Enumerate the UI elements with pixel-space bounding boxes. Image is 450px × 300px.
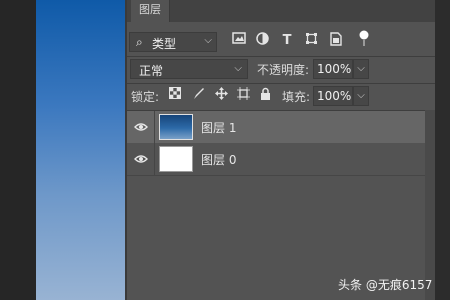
opacity-label: 不透明度: [257, 63, 310, 77]
lock-transparent-pixels-icon[interactable] [167, 87, 183, 103]
layer-row[interactable]: 图层 1 [127, 111, 425, 143]
tab-layers[interactable]: 图层 [131, 0, 170, 22]
blend-mode-label: 正常 [139, 64, 164, 78]
divider [154, 111, 155, 143]
opacity-dropdown-button[interactable]: ⌵ [353, 59, 369, 79]
lock-all-icon[interactable] [257, 87, 273, 103]
document-canvas[interactable] [36, 0, 125, 300]
separator [127, 83, 435, 84]
lock-position-icon[interactable] [213, 87, 229, 103]
blend-mode-select[interactable]: 正常 ⌵ [130, 59, 248, 79]
adjustment-filter-icon[interactable] [253, 32, 271, 50]
layer-row[interactable]: 图层 0 [127, 143, 425, 175]
workspace-left-edge [0, 0, 36, 300]
panel-tab-bar: 图层 [127, 0, 435, 22]
smart-object-filter-icon[interactable] [327, 32, 345, 50]
workspace-right-edge [435, 0, 450, 300]
layer-thumbnail [159, 114, 193, 140]
eye-icon[interactable] [134, 152, 148, 166]
layer-name[interactable]: 图层 0 [201, 151, 236, 168]
type-filter-icon[interactable]: T [278, 32, 296, 50]
lock-label: 锁定: [131, 90, 160, 104]
fill-label: 填充: [282, 90, 311, 104]
separator [127, 56, 435, 57]
filter-type-label: 类型 [152, 37, 177, 51]
search-icon: ⌕ [136, 35, 143, 49]
layer-name[interactable]: 图层 1 [201, 119, 236, 136]
layer-thumbnail [159, 146, 193, 172]
fill-input[interactable]: 100% [313, 86, 353, 106]
fill-dropdown-button[interactable]: ⌵ [353, 86, 369, 106]
layers-panel: 图层 ⌕ 类型 ⌵ T 正常 ⌵ 不透明度: 100% ⌵ 锁定: 填充: 10… [127, 0, 435, 300]
chevron-down-icon: ⌵ [234, 63, 242, 74]
filter-toggle-icon[interactable] [355, 30, 373, 48]
divider [154, 143, 155, 175]
eye-icon[interactable] [134, 120, 148, 134]
scrollbar[interactable] [425, 110, 435, 300]
lock-image-pixels-icon[interactable] [190, 87, 206, 103]
separator [127, 175, 425, 176]
watermark-text: 头条 @无痕6157 [338, 278, 433, 292]
chevron-down-icon: ⌵ [204, 35, 212, 46]
shape-filter-icon[interactable] [302, 32, 320, 50]
lock-artboard-icon[interactable] [235, 87, 251, 103]
layer-filter-select[interactable]: ⌕ 类型 ⌵ [129, 32, 217, 52]
image-filter-icon[interactable] [230, 32, 248, 50]
opacity-input[interactable]: 100% [313, 59, 353, 79]
